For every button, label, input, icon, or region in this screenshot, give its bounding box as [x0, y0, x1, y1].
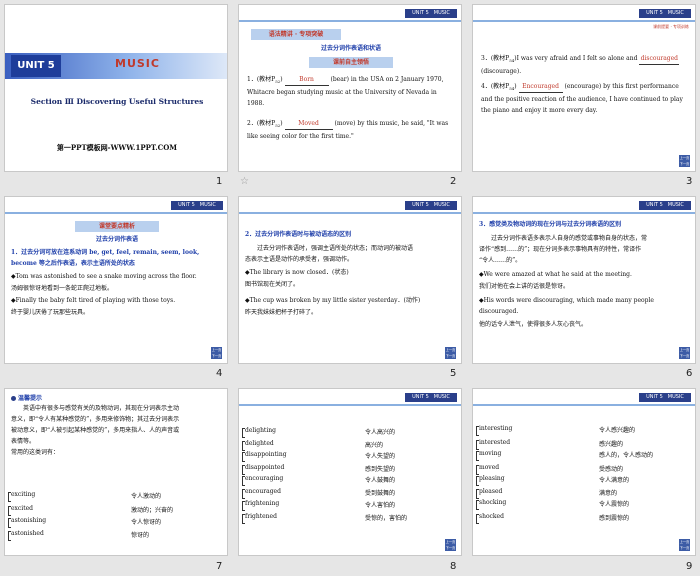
example-2-translation: 昨天我妹妹把杯子打碎了。 — [245, 309, 318, 316]
example-2: ◆The cup was broken by my little sister … — [245, 297, 421, 304]
example-1-translation: 汤姆很惊讶地看到一条蛇正爬过地板。 — [11, 285, 114, 292]
slide-5[interactable]: UNIT 5 MUSIC 2．过去分词作表语时与被动语态的区别 过去分词作表语时… — [238, 196, 462, 364]
section-banner: 语法精讲 · 专项突破 — [251, 29, 341, 40]
slide-number: 8 — [450, 561, 457, 572]
slide-6[interactable]: UNIT 5 MUSIC 3．感觉类及物动词的现在分词与过去分词表语的区别 过去… — [472, 196, 696, 364]
list-item: pleasing 令人满意的 — [476, 475, 679, 486]
list-item: delighted 高兴的 — [242, 440, 445, 451]
tip-heading: 温馨提示 — [11, 393, 42, 402]
example-1-translation: 我们对他在会上讲的话很是惊讶。 — [479, 283, 570, 290]
list-item: astonishing 令人惊讶的 — [8, 517, 211, 528]
header-tag: UNIT 5 MUSIC — [639, 393, 691, 402]
slide-number: 1 — [216, 176, 223, 187]
slide-9[interactable]: UNIT 5 MUSIC interesting 令人感兴趣的 intereste… — [472, 388, 696, 556]
list-item: astonished 惊讶的 — [8, 530, 211, 541]
header-stripe — [473, 404, 695, 406]
explanation: 过去分词作表语时，强调主语所处的状态；而动词的被动语 态表示主语是动作的承受者，强… — [245, 245, 414, 263]
header-stripe — [239, 404, 461, 406]
header-tag: UNIT 5 MUSIC — [405, 393, 457, 402]
subsection-banner: 课前自主领悟 — [309, 57, 393, 68]
answer-4: Encouraged — [518, 81, 563, 93]
example-2: ◆His words were discouraging, which made… — [479, 297, 654, 315]
example-1-translation: 图书馆现在关闭了。 — [245, 281, 300, 288]
site-watermark: 第一PPT模板网-WWW.1PPT.COM — [56, 143, 178, 152]
list-item: disappointed 感到失望的 — [242, 464, 445, 475]
answer-3: discouraged — [639, 53, 680, 65]
header-tag: UNIT 5 MUSIC — [639, 9, 691, 18]
list-item: encouraged 受到鼓舞的 — [242, 488, 445, 499]
nav-corner-icon[interactable]: 上一页 下一页 — [211, 347, 222, 359]
list-item: pleased 满意的 — [476, 488, 679, 499]
slide-4[interactable]: UNIT 5 MUSIC 课堂要点精析 过去分词作表语 1．过去分词可放在连系动… — [4, 196, 228, 364]
slide-number: 4 — [216, 368, 223, 379]
list-item: interesting 令人感兴趣的 — [476, 425, 679, 436]
slide-heading: 3．感觉类及物动词的现在分词与过去分词表语的区别 — [479, 221, 622, 228]
answer-2: Moved — [284, 118, 333, 130]
header-tag: UNIT 5 MUSIC — [405, 201, 457, 210]
slide-number: 5 — [450, 368, 457, 379]
question-4: 4．(教材P54) Encouraged (encourage) by this… — [481, 81, 683, 115]
slide-number: 2 — [450, 176, 457, 187]
nav-corner-icon[interactable]: 上一页 下一页 — [679, 539, 690, 551]
tip-explanation: 英语中有很多与感觉有关的及物动词，其现在分词表示主动 意义，即“令人有某种感觉的”… — [11, 405, 180, 456]
list-item: interested 感兴趣的 — [476, 439, 679, 450]
nav-corner-icon[interactable]: 上一页 下一页 — [445, 347, 456, 359]
list-item: shocking 令人震惊的 — [476, 499, 679, 510]
question-1: 1．(教材P52) Born (bear) in the USA on 2 Ja… — [247, 74, 444, 108]
list-item: encouraging 令人鼓舞的 — [242, 475, 445, 486]
rule-text: 1．过去分词可放在连系动词 be, get, feel, remain, see… — [11, 249, 200, 267]
header-tag: UNIT 5 MUSIC — [405, 9, 457, 18]
slide-8[interactable]: UNIT 5 MUSIC delighting 令人高兴的 delighted 高兴… — [238, 388, 462, 556]
question-3: 3．(教材P54)I was very afraid and I felt so… — [481, 53, 680, 76]
header-stripe — [239, 20, 461, 22]
example-2-translation: 终于婴儿厌倦了玩那些玩具。 — [11, 309, 90, 316]
unit-badge: UNIT 5 — [11, 55, 61, 77]
slide-number: 9 — [686, 561, 693, 572]
list-item: shocked 感到震惊的 — [476, 513, 679, 524]
slide-heading: 过去分词作表语 — [95, 236, 138, 243]
slide-heading: 2．过去分词作表语时与被动语态的区别 — [245, 231, 352, 238]
slide-7[interactable]: 温馨提示 英语中有很多与感觉有关的及物动词，其现在分词表示主动 意义，即“令人有某… — [4, 388, 228, 556]
example-2: ◆Finally the baby felt tired of playing … — [11, 297, 176, 304]
list-item: exciting 令人激动的 — [8, 491, 211, 502]
header-tag: UNIT 5 MUSIC — [171, 201, 223, 210]
slide-1[interactable]: UNIT 5 MUSIC Section Ⅲ Discovering Usefu… — [4, 4, 228, 172]
answer-1: Born — [284, 74, 329, 86]
question-2: 2．(教材P52) Moved (move) by this music, he… — [247, 118, 449, 141]
slide-number: 3 — [686, 176, 693, 187]
list-item: moving 感人的，令人感动的 — [476, 450, 679, 461]
star-icon: ☆ — [240, 176, 249, 187]
list-item: delighting 令人高兴的 — [242, 427, 445, 438]
section-title: Section Ⅲ Discovering Useful Structures — [30, 97, 204, 106]
list-item: frightening 令人害怕的 — [242, 500, 445, 511]
list-item: disappointing 令人失望的 — [242, 451, 445, 462]
slide-heading: 过去分词作表语和状语 — [320, 45, 381, 52]
section-banner: 课堂要点精析 — [75, 221, 159, 232]
slide-3[interactable]: UNIT 5 MUSIC 课前提要 · 专项训练 3．(教材P54)I was … — [472, 4, 696, 172]
sub-tag: 课前提要 · 专项训练 — [653, 24, 689, 29]
example-1: ◆Tom was astonished to see a snake movin… — [11, 273, 197, 280]
header-stripe — [473, 20, 695, 22]
explanation: 过去分词作表语多表示人自身的感觉或事物自身的状态，常 译作“感到……的”；现在分词… — [479, 235, 648, 264]
list-item: frightened 受惊的，害怕的 — [242, 513, 445, 524]
tip-icon — [11, 396, 16, 401]
slide-number: 6 — [686, 368, 693, 379]
header-tag: UNIT 5 MUSIC — [639, 201, 691, 210]
header-stripe — [5, 212, 227, 214]
example-2-translation: 他的话令人泄气，使得很多人灰心丧气。 — [479, 321, 588, 328]
unit-title: MUSIC — [115, 57, 160, 70]
nav-corner-icon[interactable]: 上一页 下一页 — [679, 347, 690, 359]
nav-corner-icon[interactable]: 上一页 下一页 — [679, 155, 690, 167]
nav-corner-icon[interactable]: 上一页 下一页 — [445, 539, 456, 551]
slide-number: 7 — [216, 561, 223, 572]
example-1: ◆The library is now closed．(状态) — [245, 269, 349, 276]
header-stripe — [473, 212, 695, 214]
slide-2[interactable]: UNIT 5 MUSIC 语法精讲 · 专项突破 过去分词作表语和状语 课前自主… — [238, 4, 462, 172]
list-item: excited 激动的；兴奋的 — [8, 505, 211, 516]
example-1: ◆We were amazed at what he said at the m… — [479, 271, 632, 278]
header-stripe — [239, 212, 461, 214]
list-item: moved 受感动的 — [476, 464, 679, 475]
